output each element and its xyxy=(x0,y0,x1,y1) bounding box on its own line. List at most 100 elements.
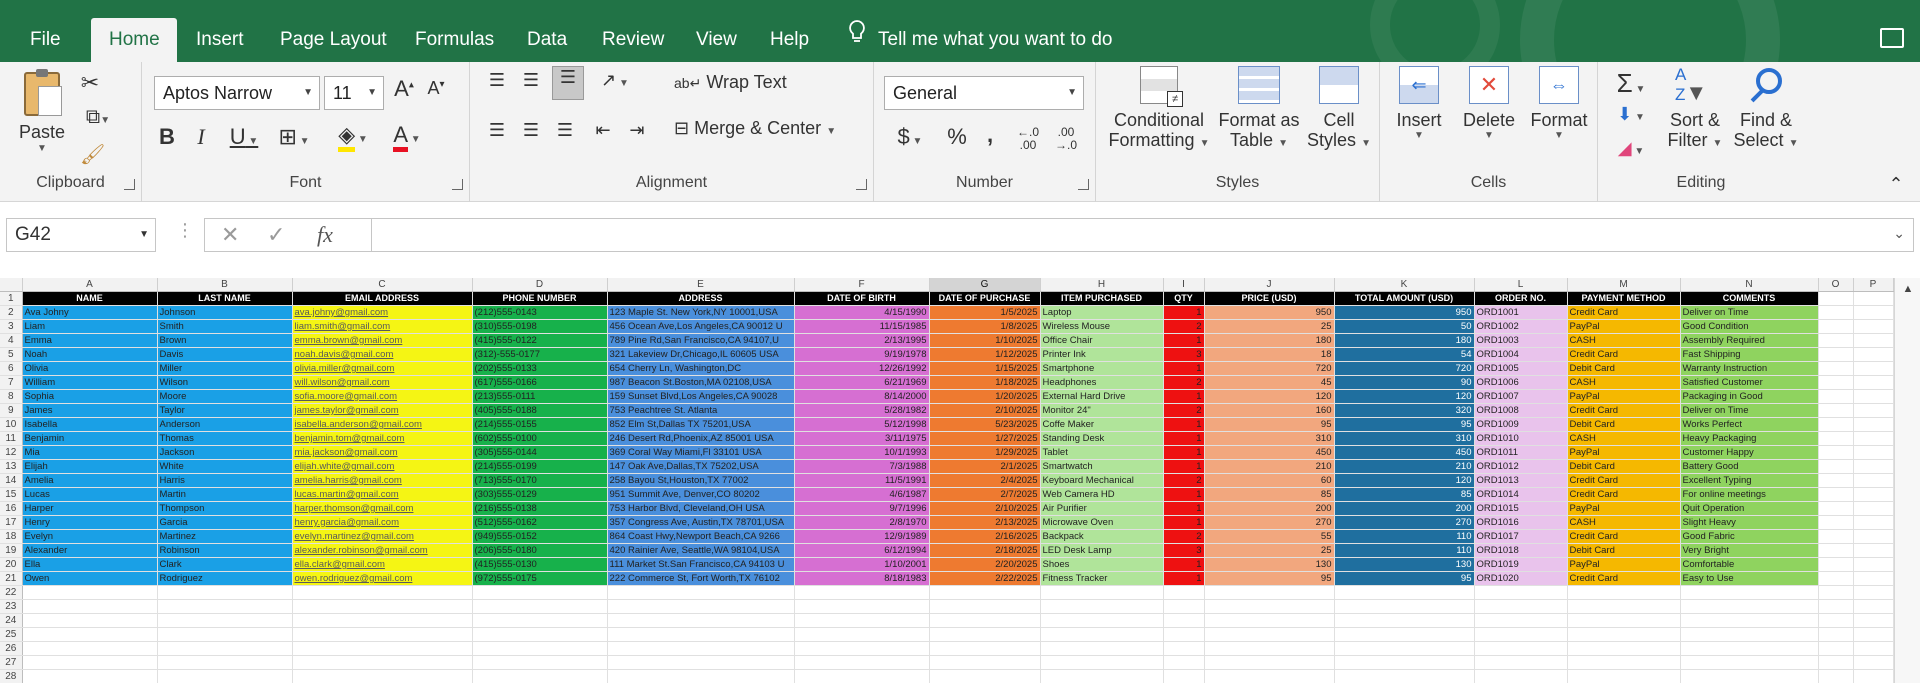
empty-cell[interactable] xyxy=(1818,571,1854,586)
data-cell[interactable]: (206)555-0180 xyxy=(472,543,608,558)
data-cell[interactable]: ORD1019 xyxy=(1474,557,1568,572)
data-cell[interactable]: ava.johny@gmail.com xyxy=(292,305,473,320)
data-cell[interactable]: Jackson xyxy=(157,445,293,460)
empty-cell[interactable] xyxy=(794,655,930,670)
tab-file[interactable]: File xyxy=(12,18,79,62)
column-header[interactable]: J xyxy=(1204,278,1335,292)
data-cell[interactable]: 987 Beacon St.Boston,MA 02108,USA xyxy=(607,375,795,390)
align-middle-icon[interactable]: ☰ xyxy=(518,70,544,91)
empty-cell[interactable] xyxy=(472,599,608,614)
data-cell[interactable]: james.taylor@gmail.com xyxy=(292,403,473,418)
data-cell[interactable]: 12/9/1989 xyxy=(794,529,930,544)
data-cell[interactable]: 2/10/2025 xyxy=(929,501,1041,516)
data-cell[interactable]: Battery Good xyxy=(1680,459,1819,474)
empty-cell[interactable] xyxy=(1853,627,1894,642)
increase-indent-icon[interactable]: ⇥ xyxy=(624,120,650,141)
comment-icon[interactable] xyxy=(1880,28,1904,48)
align-right-icon[interactable]: ☰ xyxy=(552,120,578,141)
data-cell[interactable]: 147 Oak Ave,Dallas,TX 75202,USA xyxy=(607,459,795,474)
empty-cell[interactable] xyxy=(1204,613,1335,628)
header-cell[interactable]: ADDRESS xyxy=(607,291,795,306)
data-cell[interactable]: 95 xyxy=(1204,417,1335,432)
scroll-up-icon[interactable]: ▲ xyxy=(1898,280,1918,298)
data-cell[interactable]: Smartphone xyxy=(1040,361,1164,376)
data-cell[interactable]: 130 xyxy=(1334,557,1475,572)
header-cell[interactable]: TOTAL AMOUNT (USD) xyxy=(1334,291,1475,306)
data-cell[interactable]: (305)555-0144 xyxy=(472,445,608,460)
empty-cell[interactable] xyxy=(929,627,1041,642)
empty-cell[interactable] xyxy=(157,655,293,670)
data-cell[interactable]: elijah.white@gmail.com xyxy=(292,459,473,474)
empty-cell[interactable] xyxy=(1818,417,1854,432)
data-cell[interactable]: Benjamin xyxy=(22,431,158,446)
empty-cell[interactable] xyxy=(607,613,795,628)
insert-cells-button[interactable]: ⇐ Insert ▼ xyxy=(1386,66,1452,141)
data-cell[interactable]: 2 xyxy=(1163,319,1205,334)
data-cell[interactable]: (617)555-0166 xyxy=(472,375,608,390)
data-cell[interactable]: 1/10/2025 xyxy=(929,333,1041,348)
decrease-indent-icon[interactable]: ⇤ xyxy=(590,120,616,141)
data-cell[interactable]: Good Fabric xyxy=(1680,529,1819,544)
empty-cell[interactable] xyxy=(292,613,473,628)
column-header[interactable]: I xyxy=(1163,278,1205,292)
data-cell[interactable]: LED Desk Lamp xyxy=(1040,543,1164,558)
alignment-launcher-icon[interactable] xyxy=(856,179,867,190)
underline-icon[interactable]: U ▼ xyxy=(224,124,264,150)
data-cell[interactable]: ORD1006 xyxy=(1474,375,1568,390)
data-cell[interactable]: White xyxy=(157,459,293,474)
insert-function-icon[interactable]: fx xyxy=(317,222,333,248)
data-cell[interactable]: Sophia xyxy=(22,389,158,404)
data-cell[interactable]: 160 xyxy=(1204,403,1335,418)
empty-cell[interactable] xyxy=(1853,641,1894,656)
data-cell[interactable]: (202)555-0133 xyxy=(472,361,608,376)
data-cell[interactable]: Easy to Use xyxy=(1680,571,1819,586)
empty-cell[interactable] xyxy=(22,641,158,656)
data-cell[interactable]: 55 xyxy=(1204,529,1335,544)
data-cell[interactable]: Warranty Instruction xyxy=(1680,361,1819,376)
empty-cell[interactable] xyxy=(1567,669,1681,683)
data-cell[interactable]: Martinez xyxy=(157,529,293,544)
data-cell[interactable]: 45 xyxy=(1204,375,1335,390)
tab-insert[interactable]: Insert xyxy=(178,18,262,62)
empty-cell[interactable] xyxy=(1853,669,1894,683)
data-cell[interactable]: Credit Card xyxy=(1567,305,1681,320)
header-cell[interactable]: ORDER NO. xyxy=(1474,291,1568,306)
empty-cell[interactable] xyxy=(1680,641,1819,656)
empty-cell[interactable] xyxy=(1853,305,1894,320)
data-cell[interactable]: 1/20/2025 xyxy=(929,389,1041,404)
data-cell[interactable]: 369 Coral Way Miami,Fl 33101 USA xyxy=(607,445,795,460)
data-cell[interactable]: Anderson xyxy=(157,417,293,432)
data-cell[interactable]: 12/26/1992 xyxy=(794,361,930,376)
row-header[interactable]: 26 xyxy=(0,641,23,656)
data-cell[interactable]: Air Purifier xyxy=(1040,501,1164,516)
row-header[interactable]: 15 xyxy=(0,487,23,502)
data-cell[interactable]: Johnson xyxy=(157,305,293,320)
cell-styles-button[interactable]: Cell Styles ▼ xyxy=(1304,66,1374,154)
data-cell[interactable]: ORD1017 xyxy=(1474,529,1568,544)
data-cell[interactable]: Liam xyxy=(22,319,158,334)
empty-cell[interactable] xyxy=(157,599,293,614)
data-cell[interactable]: 2 xyxy=(1163,529,1205,544)
empty-cell[interactable] xyxy=(157,585,293,600)
data-cell[interactable]: 180 xyxy=(1204,333,1335,348)
data-cell[interactable]: 85 xyxy=(1334,487,1475,502)
empty-cell[interactable] xyxy=(22,613,158,628)
header-cell[interactable]: DATE OF PURCHASE xyxy=(929,291,1041,306)
tab-view[interactable]: View xyxy=(678,18,755,62)
clipboard-launcher-icon[interactable] xyxy=(124,179,135,190)
row-header[interactable]: 1 xyxy=(0,291,23,306)
data-cell[interactable]: 6/21/1969 xyxy=(794,375,930,390)
fill-icon[interactable]: ⬇ ▼ xyxy=(1610,104,1652,125)
data-cell[interactable]: Debit Card xyxy=(1567,459,1681,474)
empty-cell[interactable] xyxy=(1853,571,1894,586)
data-cell[interactable]: ella.clark@gmail.com xyxy=(292,557,473,572)
data-cell[interactable]: 11/5/1991 xyxy=(794,473,930,488)
empty-cell[interactable] xyxy=(1040,585,1164,600)
data-cell[interactable]: 951 Summit Ave, Denver,CO 80202 xyxy=(607,487,795,502)
empty-cell[interactable] xyxy=(1818,487,1854,502)
data-cell[interactable]: 90 xyxy=(1334,375,1475,390)
data-cell[interactable]: ORD1011 xyxy=(1474,445,1568,460)
empty-cell[interactable] xyxy=(292,669,473,683)
empty-cell[interactable] xyxy=(1818,445,1854,460)
data-cell[interactable]: Coffe Maker xyxy=(1040,417,1164,432)
